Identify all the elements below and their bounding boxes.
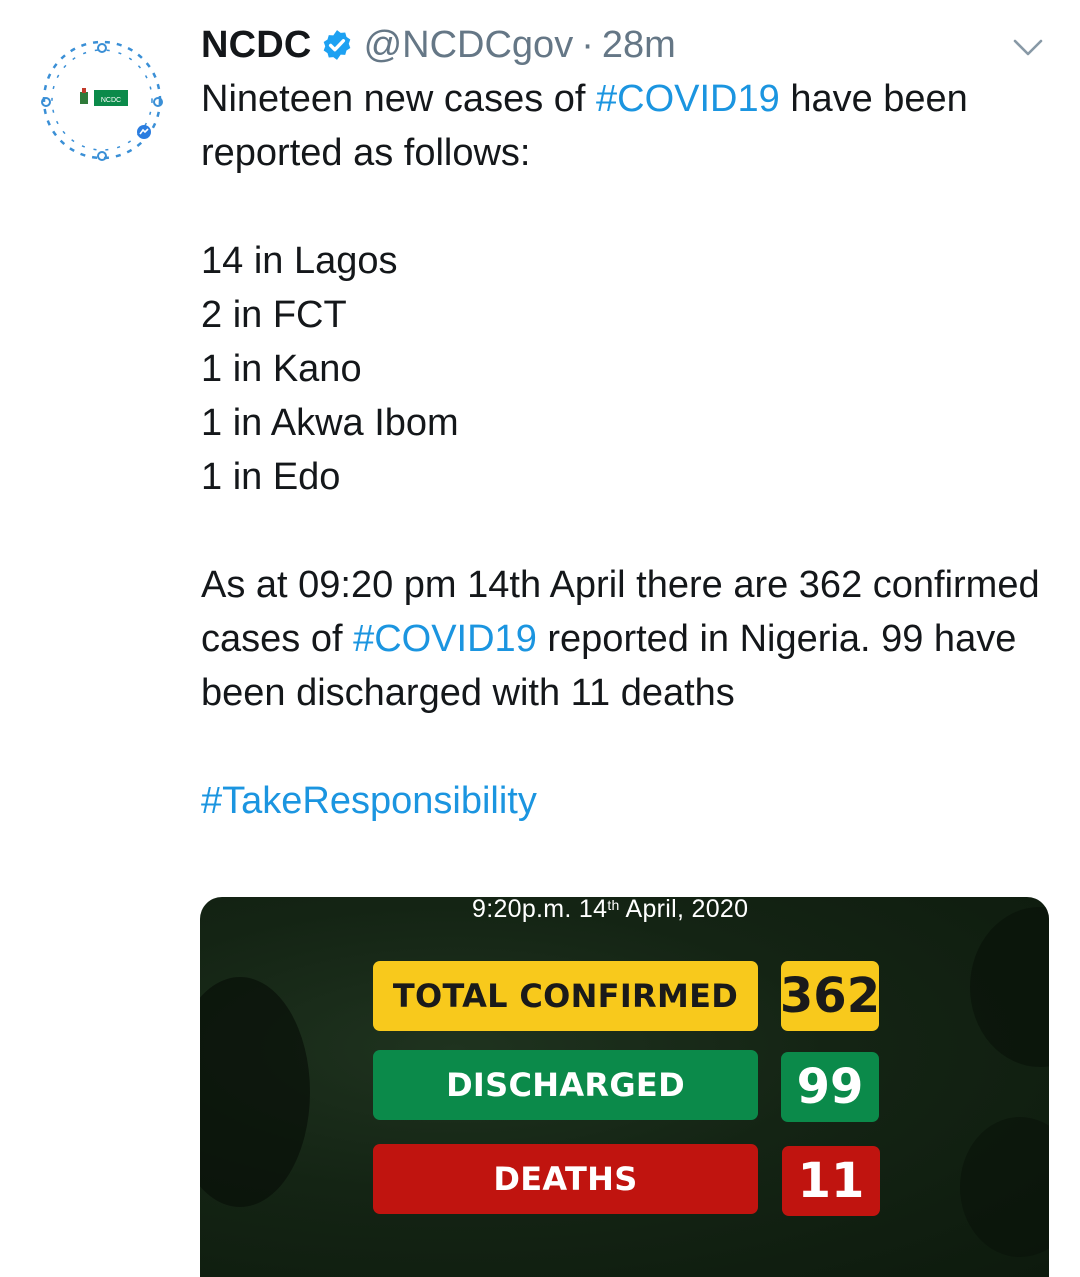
avatar[interactable]: NCDC	[34, 32, 170, 168]
avatar-logo-text: NCDC	[101, 97, 121, 104]
hashtag-covid19[interactable]: #COVID19	[596, 78, 780, 120]
case-line: 14 in Lagos	[201, 240, 398, 282]
discharged-value: 99	[781, 1052, 879, 1122]
case-line: 2 in FCT	[201, 294, 347, 336]
author-handle[interactable]: @NCDCgov	[364, 24, 574, 67]
total-confirmed-value: 362	[780, 961, 880, 1031]
intro-paragraph: Nineteen new cases of #COVID19 have been…	[201, 72, 1051, 180]
deaths-label: DEATHS	[373, 1144, 758, 1214]
chevron-down-icon[interactable]	[1010, 30, 1046, 66]
author-name[interactable]: NCDC	[201, 24, 312, 67]
background-shape	[960, 1117, 1049, 1257]
intro-text: Nineteen new cases of	[201, 78, 597, 120]
deaths-value: 11	[782, 1146, 880, 1216]
ncdc-logo-avatar: NCDC	[41, 40, 163, 161]
background-shape	[970, 907, 1049, 1067]
hashtag-covid19[interactable]: #COVID19	[353, 618, 537, 660]
timestamp[interactable]: 28m	[602, 24, 676, 67]
verified-badge-icon	[320, 28, 354, 62]
tweet-header: NCDC @NCDCgov · 28m	[201, 22, 676, 68]
tweet-body: Nineteen new cases of #COVID19 have been…	[201, 72, 1051, 828]
discharged-label: DISCHARGED	[373, 1050, 758, 1120]
case-line: 1 in Akwa Ibom	[201, 402, 459, 444]
hashtag-takeresponsibility[interactable]: #TakeResponsibility	[201, 780, 537, 822]
case-line: 1 in Edo	[201, 456, 341, 498]
summary-paragraph: As at 09:20 pm 14th April there are 362 …	[201, 558, 1051, 720]
case-line: 1 in Kano	[201, 348, 362, 390]
tweet-media-image[interactable]: 9:20p.m. 14th April, 2020 TOTAL CONFIRME…	[200, 897, 1049, 1277]
total-confirmed-label: TOTAL CONFIRMED	[373, 961, 758, 1031]
media-date: 9:20p.m. 14th April, 2020	[472, 897, 749, 923]
background-shape	[200, 977, 310, 1207]
header-separator: ·	[581, 23, 594, 66]
